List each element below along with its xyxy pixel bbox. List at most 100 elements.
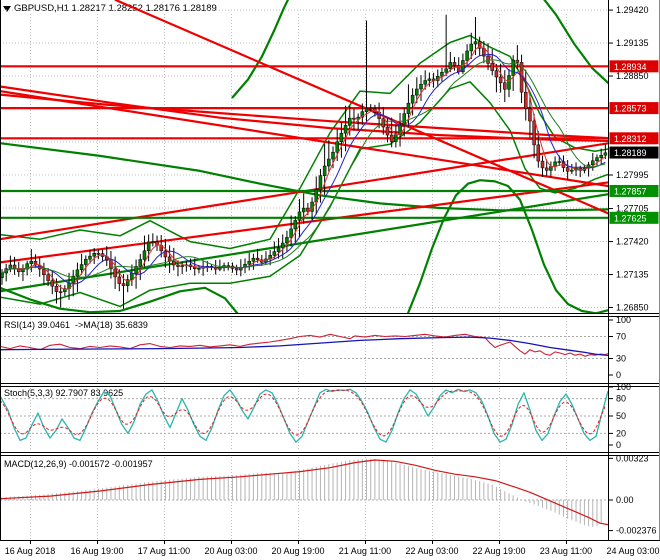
price-tick-label: 1.27420 <box>616 237 649 247</box>
candle-body <box>297 211 302 221</box>
candle-body <box>448 62 453 70</box>
price-badge-label: 1.27857 <box>614 186 647 196</box>
macd-signal-line <box>0 459 608 526</box>
candle-body <box>331 151 335 160</box>
candle-body <box>46 274 50 281</box>
candle-body <box>12 264 17 269</box>
candle-body <box>50 280 55 287</box>
candle-body <box>176 264 180 267</box>
candle-body <box>197 268 201 270</box>
candle-body <box>385 126 390 136</box>
candle-body <box>322 165 327 176</box>
candle-body <box>440 71 444 77</box>
rsi-panel-plot[interactable] <box>0 333 608 357</box>
candle-body <box>364 108 369 112</box>
candle-body <box>285 237 289 244</box>
candle-body <box>444 68 448 73</box>
green-long-ma <box>0 142 608 212</box>
candles-layer[interactable] <box>0 14 608 309</box>
candle-body <box>415 88 419 96</box>
candle-body <box>494 70 499 78</box>
time-axis-label: 23 Aug 11:00 <box>540 546 592 556</box>
candle-body <box>452 62 457 66</box>
candle-body <box>327 158 331 167</box>
macd-tick-label: 0.00323 <box>616 453 649 463</box>
candle-body <box>540 160 545 169</box>
mt4-chart-window: { "window": { "symbol_label": "GBPUSD,H1… <box>0 0 660 560</box>
candle-body <box>553 161 557 167</box>
candle-body <box>117 276 122 284</box>
candle-body <box>335 141 339 153</box>
candle-body <box>272 251 277 256</box>
candle-body <box>151 241 155 243</box>
rsi-tick-label: 30 <box>616 354 626 364</box>
candle-body <box>599 154 603 158</box>
candle-body <box>75 269 80 277</box>
time-axis-label: 21 Aug 11:00 <box>339 546 391 556</box>
stoch-tick-label: 50 <box>616 411 626 421</box>
time-axis-label: 16 Aug 2018 <box>5 546 56 556</box>
candle-body <box>389 134 394 142</box>
time-axis-label: 24 Aug 03:00 <box>606 546 659 556</box>
candle-body <box>406 102 411 114</box>
fast-ma-line <box>1 59 606 278</box>
macd-tick-label: 0.00 <box>616 495 634 505</box>
candle-body <box>427 78 432 81</box>
stoch-tick-label: 20 <box>616 428 626 438</box>
candle-body <box>490 63 494 71</box>
candle-body <box>142 250 147 260</box>
candle-body <box>544 167 549 171</box>
macd-tick-label: -0.002376 <box>616 526 657 536</box>
chart-canvas[interactable]: 1.294201.291351.288501.279951.277051.274… <box>0 0 660 560</box>
candle-body <box>92 252 96 257</box>
stoch-tick-label: 100 <box>616 382 631 392</box>
candle-body <box>8 264 13 269</box>
candle-body <box>42 268 46 275</box>
time-axis-label: 16 Aug 19:00 <box>70 546 123 556</box>
candle-body <box>352 117 356 120</box>
rsi-tick-label: 100 <box>616 315 631 325</box>
candle-body <box>410 94 415 104</box>
candle-body <box>84 258 88 265</box>
candle-body <box>465 50 469 61</box>
candle-body <box>255 257 260 261</box>
candle-body <box>293 220 298 230</box>
price-tick-label: 1.28850 <box>616 71 649 81</box>
price-badge-label: 1.28189 <box>614 148 647 158</box>
candle-body <box>507 75 511 90</box>
candle-body <box>54 285 59 292</box>
candle-body <box>498 76 503 84</box>
candle-body <box>146 241 151 252</box>
candle-body <box>565 167 570 172</box>
candle-body <box>301 207 306 213</box>
green-ascending-trendline <box>0 193 608 293</box>
candle-body <box>549 166 553 171</box>
candle-body <box>524 91 528 109</box>
candle-body <box>591 160 595 166</box>
candle-body <box>423 80 427 85</box>
candle-body <box>280 242 285 249</box>
candle-body <box>251 257 256 262</box>
candle-body <box>130 272 134 280</box>
candle-body <box>138 259 143 267</box>
rsi-tick-label: 70 <box>616 332 626 342</box>
candle-body <box>79 264 84 271</box>
candle-body <box>343 125 348 134</box>
candle-body <box>394 134 398 142</box>
price-badge-label: 1.28934 <box>614 62 647 72</box>
candle-body <box>511 59 515 76</box>
candle-body <box>121 283 126 286</box>
candle-body <box>318 175 323 191</box>
rsi-tick-label: 0 <box>616 370 621 380</box>
rsi-line <box>0 333 608 357</box>
main-chart-plot[interactable] <box>0 0 660 348</box>
price-tick-label: 1.26850 <box>616 303 649 313</box>
bollinger-outer-upper-band-right <box>543 0 608 85</box>
time-axis-label: 17 Aug 11:00 <box>138 546 190 556</box>
macd-panel-plot[interactable] <box>0 458 612 527</box>
price-badge-label: 1.27625 <box>614 213 647 223</box>
candle-body <box>473 41 478 45</box>
candle-body <box>58 291 63 293</box>
time-axis-label: 20 Aug 19:00 <box>271 546 324 556</box>
candle-body <box>339 132 344 142</box>
